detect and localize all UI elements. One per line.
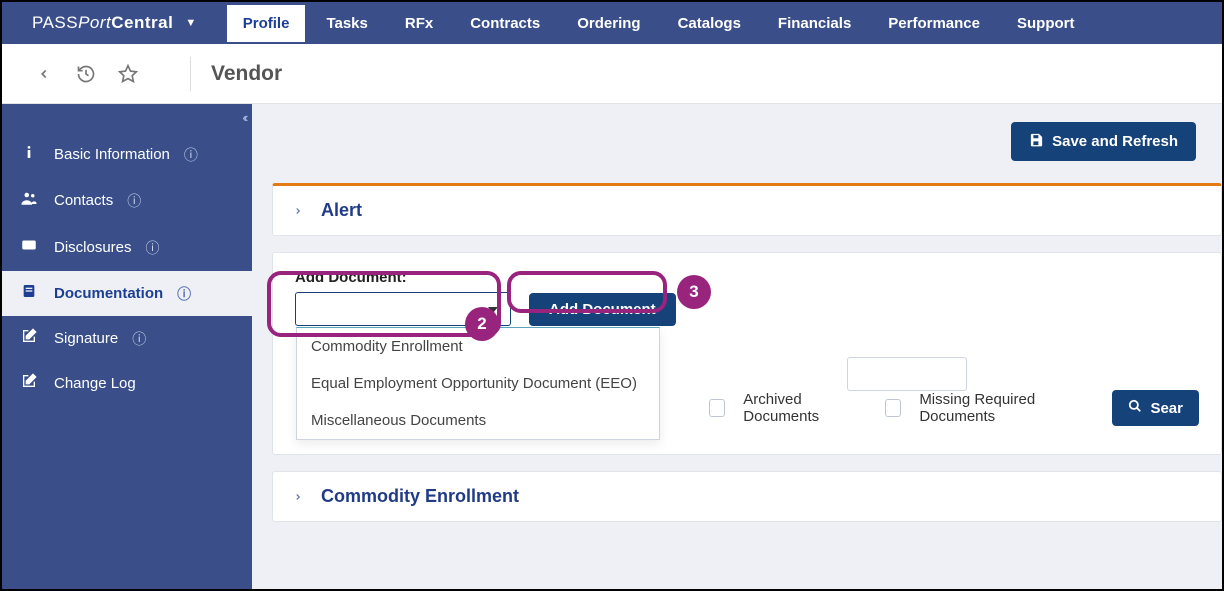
documentation-panel: Add Document: Commodity Enrollment Equal… [272,252,1222,455]
button-label: Add Document [549,301,656,318]
dropdown-option-eeo[interactable]: Equal Employment Opportunity Document (E… [297,365,659,402]
action-bar: Save and Refresh [252,104,1222,171]
sidebar-item-label: Disclosures [54,239,132,256]
commodity-enrollment-panel: Commodity Enrollment [272,471,1222,522]
page-title: Vendor [211,62,282,86]
alert-panel-header[interactable]: Alert [273,186,1221,235]
info-circle-icon: ⓘ [127,191,141,211]
sidebar-item-label: Signature [54,330,118,347]
star-icon[interactable] [116,62,140,86]
sidebar-item-change-log[interactable]: Change Log [2,361,252,406]
sidebar-item-basic-info[interactable]: Basic Information ⓘ [2,132,252,177]
sidebar-item-contacts[interactable]: Contacts ⓘ [2,177,252,224]
filter-input[interactable] [847,357,967,391]
top-nav-bar: PASSPortCentral ▼ Profile Tasks RFx Cont… [2,2,1222,44]
history-icon[interactable] [74,62,98,86]
sidebar-item-label: Basic Information [54,146,170,163]
brand-central: Central [111,13,173,32]
document-type-dropdown-menu: Commodity Enrollment Equal Employment Op… [296,327,660,440]
sidebar: ‹‹ Basic Information ⓘ Contacts ⓘ D [2,104,252,589]
nav-financials[interactable]: Financials [762,5,867,42]
nav-contracts[interactable]: Contracts [454,5,556,42]
archived-checkbox[interactable] [709,399,725,417]
edit-icon [18,373,40,394]
add-document-button[interactable]: Add Document [529,293,676,326]
info-solid-icon [18,144,40,165]
info-circle-icon: ⓘ [132,329,146,349]
save-and-refresh-button[interactable]: Save and Refresh [1011,122,1196,161]
panel-title: Commodity Enrollment [321,486,519,507]
card-icon [18,236,40,259]
nav-rfx[interactable]: RFx [389,5,449,42]
sidebar-item-documentation[interactable]: Documentation ⓘ [2,271,252,316]
nav-support[interactable]: Support [1001,5,1091,42]
top-nav: Profile Tasks RFx Contracts Ordering Cat… [227,5,1091,42]
nav-performance[interactable]: Performance [872,5,996,42]
book-icon [18,283,40,304]
archived-label: Archived Documents [743,391,867,425]
main-content: Save and Refresh Alert Add Document: [252,104,1222,589]
nav-profile[interactable]: Profile [227,5,306,42]
sub-bar: Vendor [2,44,1222,104]
info-circle-icon: ⓘ [146,238,160,258]
add-document-label: Add Document: [295,269,1199,286]
sidebar-item-label: Contacts [54,192,113,209]
search-icon [1128,399,1142,417]
sidebar-item-label: Change Log [54,375,136,392]
nav-ordering[interactable]: Ordering [561,5,656,42]
missing-label: Missing Required Documents [919,391,1094,425]
brand-caret-icon[interactable]: ▼ [185,17,196,29]
brand[interactable]: PASSPortCentral ▼ [32,13,227,33]
alert-panel: Alert [272,183,1222,236]
button-label: Save and Refresh [1052,133,1178,150]
nav-tasks[interactable]: Tasks [310,5,383,42]
sidebar-item-signature[interactable]: Signature ⓘ [2,316,252,361]
dropdown-option-misc[interactable]: Miscellaneous Documents [297,402,659,439]
back-icon[interactable] [32,62,56,86]
save-icon [1029,132,1044,151]
sidebar-item-label: Documentation [54,285,163,302]
divider [190,57,191,91]
chevron-right-icon [293,203,303,219]
nav-catalogs[interactable]: Catalogs [662,5,757,42]
dropdown-option-commodity[interactable]: Commodity Enrollment [297,328,659,365]
missing-checkbox[interactable] [885,399,901,417]
edit-icon [18,328,40,349]
brand-pass: PASS [32,13,78,32]
info-circle-icon: ⓘ [177,284,191,304]
button-label: Sear [1150,400,1183,417]
search-button[interactable]: Sear [1112,390,1199,426]
brand-port: Port [78,13,111,32]
users-icon [18,189,40,212]
info-circle-icon: ⓘ [184,145,198,165]
commodity-panel-header[interactable]: Commodity Enrollment [273,472,1221,521]
chevron-right-icon [293,489,303,505]
panel-title: Alert [321,200,362,221]
sidebar-item-disclosures[interactable]: Disclosures ⓘ [2,224,252,271]
document-type-dropdown[interactable]: Commodity Enrollment Equal Employment Op… [295,292,511,326]
